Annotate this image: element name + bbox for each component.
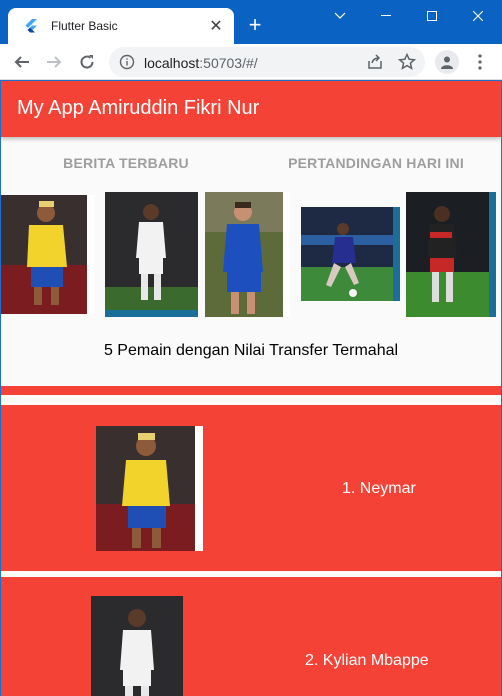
app-title: My App Amiruddin Fikri Nur (17, 97, 260, 119)
window-close-button[interactable] (455, 0, 501, 32)
flutter-icon (23, 18, 39, 34)
tab-berita-terbaru[interactable]: BERITA TERBARU (1, 155, 251, 171)
player-photo-mbappe (105, 192, 198, 317)
player-card-label: 2. Kylian Mbappe (305, 652, 429, 669)
player-card-neymar[interactable]: 1. Neymar (1, 405, 501, 571)
info-icon[interactable] (119, 54, 135, 70)
reload-icon[interactable] (75, 50, 99, 74)
app-bar: My App Amiruddin Fikri Nur (1, 81, 501, 137)
minimize-button[interactable] (363, 0, 409, 32)
star-icon[interactable] (397, 52, 417, 72)
chevron-down-icon[interactable] (317, 0, 363, 32)
player-card-label: 1. Neymar (342, 480, 416, 497)
browser-titlebar: Flutter Basic ✕ + (0, 0, 502, 44)
back-arrow-icon[interactable] (10, 50, 34, 74)
player-card-photo (91, 596, 183, 696)
player-card-mbappe[interactable]: 2. Kylian Mbappe (1, 577, 501, 696)
tab-title: Flutter Basic (51, 19, 118, 33)
flutter-app: My App Amiruddin Fikri Nur BERITA TERBAR… (1, 81, 501, 696)
more-menu-icon[interactable] (470, 50, 490, 74)
forward-arrow-icon[interactable] (42, 50, 66, 74)
player-photo-neymar (1, 195, 94, 314)
share-icon[interactable] (365, 52, 385, 72)
tab-pertandingan-hari-ini[interactable]: PERTANDINGAN HARI INI (251, 155, 501, 171)
player-card-photo (96, 426, 203, 551)
browser-tab[interactable]: Flutter Basic ✕ (8, 8, 234, 44)
new-tab-button[interactable]: + (244, 14, 266, 36)
url-text: localhost:50703/#/ (144, 55, 258, 71)
close-icon[interactable]: ✕ (206, 16, 226, 36)
gallery-caption: 5 Pemain dengan Nilai Transfer Termahal (103, 342, 399, 359)
profile-avatar-icon[interactable] (435, 50, 459, 74)
browser-toolbar: localhost:50703/#/ (0, 44, 502, 80)
player-photo-player-4 (301, 207, 400, 301)
address-bar[interactable]: localhost:50703/#/ (109, 47, 425, 77)
maximize-button[interactable] (409, 0, 455, 32)
player-photo-player-5 (406, 192, 496, 317)
player-photo-coutinho (205, 192, 290, 317)
app-tabbar: BERITA TERBARU PERTANDINGAN HARI INI (1, 137, 501, 189)
divider (1, 386, 501, 395)
